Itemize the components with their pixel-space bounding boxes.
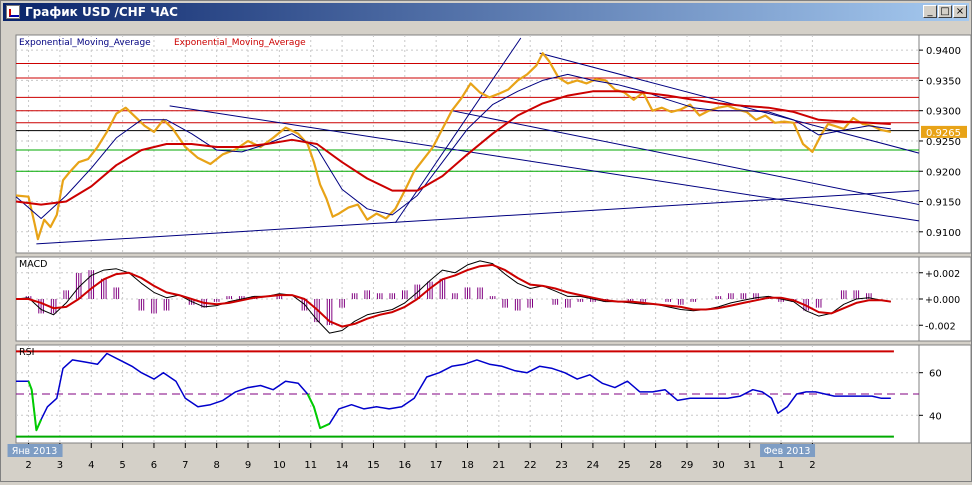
chart-window-icon xyxy=(6,5,20,19)
month-marker-label: Фев 2013 xyxy=(764,446,811,457)
x-tick-label: 29 xyxy=(681,460,694,471)
title-bar[interactable]: График USD /CHF ЧАС _ □ × xyxy=(3,3,969,21)
x-tick-label: 2 xyxy=(809,460,815,471)
x-tick-label: 1 xyxy=(778,460,784,471)
current-price-label: 0.9265 xyxy=(926,128,961,139)
y-tick-label: 0.9150 xyxy=(926,198,961,209)
x-tick-label: 5 xyxy=(119,460,125,471)
x-tick-label: 9 xyxy=(245,460,251,471)
x-tick-label: 24 xyxy=(587,460,600,471)
month-marker-label: Янв 2013 xyxy=(12,446,58,457)
x-tick-label: 7 xyxy=(182,460,188,471)
minimize-button[interactable]: _ xyxy=(923,5,937,18)
chart-window: График USD /CHF ЧАС _ □ × 0.9400 0.9350 0.… xyxy=(0,0,972,482)
y-tick-label: 0.9200 xyxy=(926,167,961,178)
x-tick-label: 30 xyxy=(712,460,725,471)
y-tick-label: 0.9300 xyxy=(926,107,961,118)
y-tick-label: 0.9400 xyxy=(926,46,961,57)
y-axis-panel xyxy=(918,344,972,444)
macd-title: MACD xyxy=(19,259,47,270)
x-tick-label: 4 xyxy=(88,460,94,471)
chart-canvas: 0.94000.93500.93000.92500.92000.91500.91… xyxy=(7,34,972,479)
x-tick-label: 3 xyxy=(57,460,63,471)
window-title: График USD /CHF ЧАС xyxy=(25,5,178,19)
legend-ema-slow: Exponential_Moving_Average xyxy=(174,38,306,48)
x-tick-label: 17 xyxy=(430,460,443,471)
x-tick-label: 16 xyxy=(398,460,411,471)
y-tick-label: 0.9350 xyxy=(926,76,961,87)
x-tick-label: 14 xyxy=(336,460,349,471)
x-tick-label: 10 xyxy=(273,460,286,471)
y-tick-label: +0.002 xyxy=(925,269,960,280)
x-tick-label: 25 xyxy=(618,460,631,471)
x-tick-label: 6 xyxy=(151,460,157,471)
x-tick-label: 23 xyxy=(555,460,568,471)
rsi-title: RSI xyxy=(19,347,34,358)
maximize-button[interactable]: □ xyxy=(938,5,952,18)
x-tick-label: 2 xyxy=(25,460,31,471)
y-tick-label: -0.002 xyxy=(925,321,956,332)
x-tick-label: 11 xyxy=(304,460,317,471)
x-tick-label: 21 xyxy=(492,460,505,471)
y-tick-label: 60 xyxy=(929,369,942,380)
x-tick-label: 15 xyxy=(367,460,380,471)
x-tick-label: 28 xyxy=(649,460,662,471)
legend-ema-fast: Exponential_Moving_Average xyxy=(19,38,151,48)
y-tick-label: +0.000 xyxy=(925,295,960,306)
x-tick-label: 31 xyxy=(743,460,756,471)
x-tick-label: 22 xyxy=(524,460,537,471)
y-tick-label: 40 xyxy=(929,411,942,422)
x-tick-label: 18 xyxy=(461,460,474,471)
close-button[interactable]: × xyxy=(953,5,967,18)
y-tick-label: 0.9100 xyxy=(926,228,961,239)
chart-area: 0.9400 0.9350 0.9300 0.9250 0.9200 0.9150 0.91… xyxy=(1,23,972,485)
x-tick-label: 8 xyxy=(213,460,219,471)
